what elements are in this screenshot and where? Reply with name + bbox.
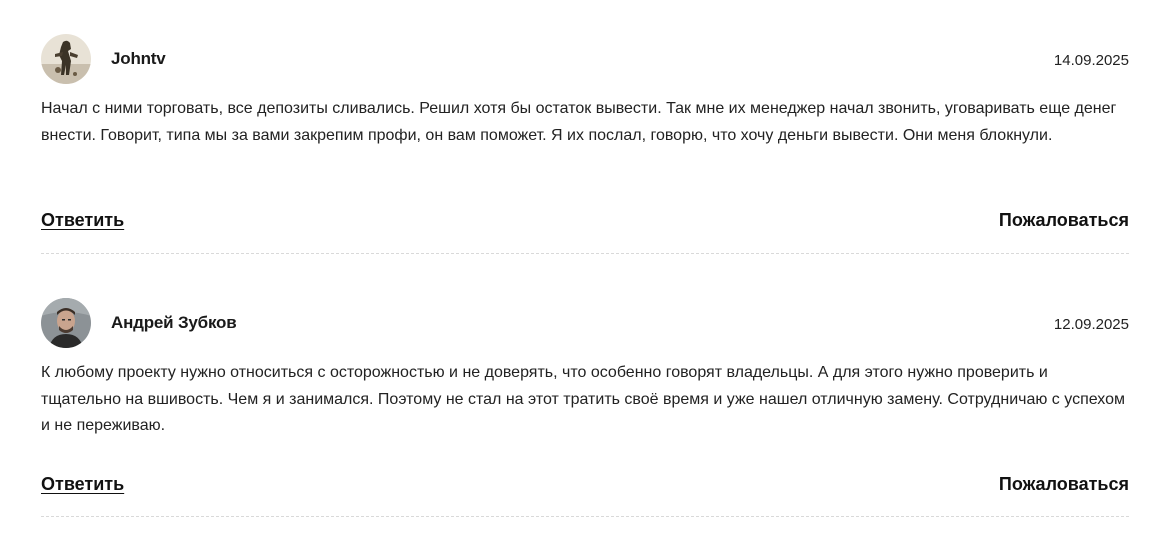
comment-header: Johntv 14.09.2025 xyxy=(41,34,1129,86)
author-name: Андрей Зубков xyxy=(111,313,237,332)
avatar xyxy=(41,34,91,84)
avatar-photo-icon xyxy=(41,34,91,84)
comment-item: Андрей Зубков 12.09.2025 К любому проект… xyxy=(41,298,1129,520)
comment-header: Андрей Зубков 12.09.2025 xyxy=(41,298,1129,350)
complain-link[interactable]: Пожаловаться xyxy=(999,474,1129,495)
complain-link[interactable]: Пожаловаться xyxy=(999,210,1129,231)
avatar xyxy=(41,298,91,348)
reply-link[interactable]: Ответить xyxy=(41,210,124,231)
comment-date: 14.09.2025 xyxy=(1053,52,1129,69)
comment-item: Johntv 14.09.2025 Начал с ними торговать… xyxy=(41,34,1129,256)
comment-text: К любому проекту нужно относиться с осто… xyxy=(41,364,1125,434)
author-name: Johntv xyxy=(111,49,166,68)
comment-text: Начал с ними торговать, все депозиты сли… xyxy=(41,100,1117,144)
reply-link[interactable]: Ответить xyxy=(41,474,124,495)
comment-actions: Ответить Пожаловаться xyxy=(41,210,1129,234)
comments-list: Johntv 14.09.2025 Начал с ними торговать… xyxy=(0,0,1154,537)
divider xyxy=(41,253,1129,254)
comment-actions: Ответить Пожаловаться xyxy=(41,474,1129,498)
divider xyxy=(41,516,1129,517)
comment-date: 12.09.2025 xyxy=(1053,316,1129,333)
avatar-photo-icon xyxy=(41,298,91,348)
